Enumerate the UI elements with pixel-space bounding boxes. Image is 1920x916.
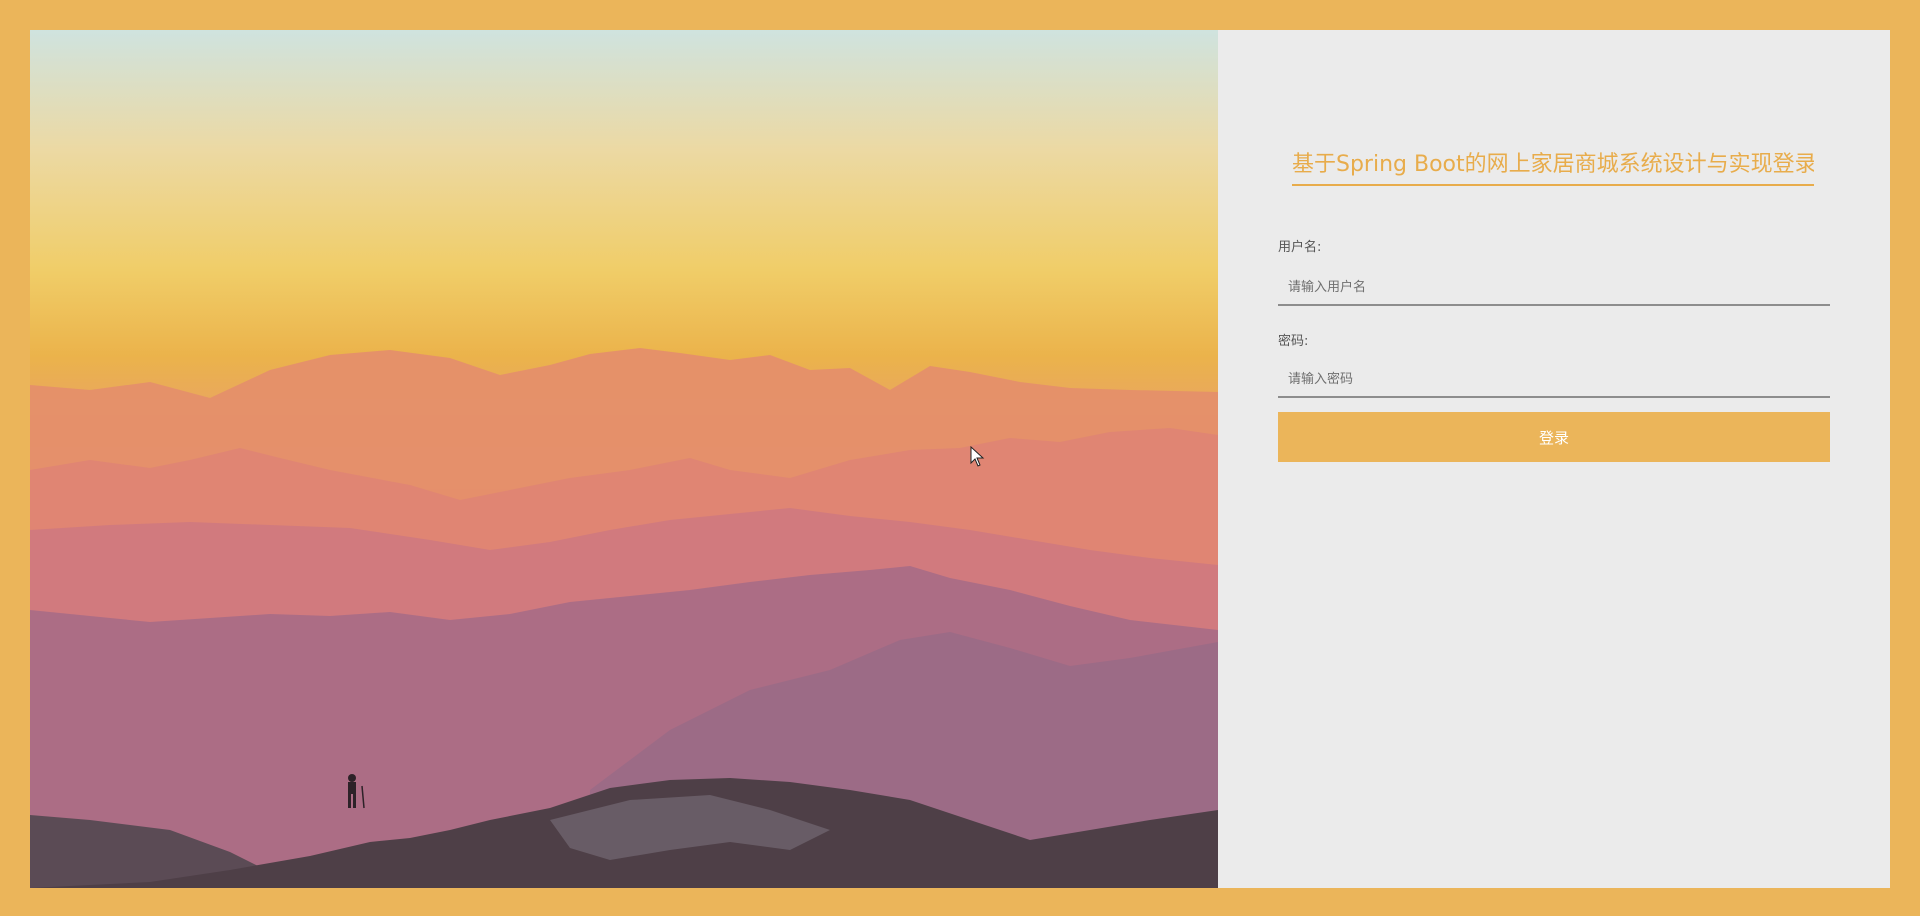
login-button[interactable]: 登录 (1278, 412, 1830, 462)
login-title: 基于Spring Boot的网上家居商城系统设计与实现登录 (1292, 146, 1814, 186)
hero-image (30, 30, 1218, 888)
password-label: 密码: (1278, 334, 1309, 349)
page-frame: 基于Spring Boot的网上家居商城系统设计与实现登录 用户名: 密码: 登… (0, 0, 1920, 916)
login-panel: 基于Spring Boot的网上家居商城系统设计与实现登录 用户名: 密码: 登… (30, 30, 1890, 888)
password-input[interactable] (1278, 362, 1830, 398)
mountain-landscape (30, 348, 1218, 888)
username-input[interactable] (1278, 270, 1830, 306)
mouse-pointer-icon (970, 446, 985, 467)
username-label: 用户名: (1278, 240, 1322, 255)
login-form-area: 基于Spring Boot的网上家居商城系统设计与实现登录 用户名: 密码: 登… (1218, 30, 1890, 888)
